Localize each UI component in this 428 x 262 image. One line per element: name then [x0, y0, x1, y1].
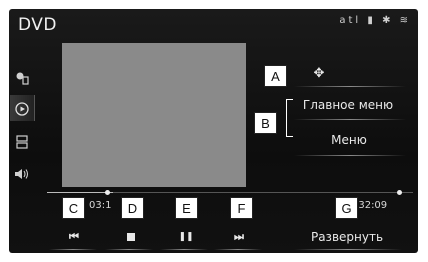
divider: [49, 249, 97, 250]
callout-a: A: [264, 65, 287, 87]
progress-knob[interactable]: [105, 190, 110, 195]
divider: [294, 249, 402, 250]
pause-button[interactable]: ❚❚: [171, 228, 201, 246]
video-area[interactable]: [62, 43, 246, 187]
divider: [294, 155, 406, 156]
progress-fill: [47, 192, 113, 193]
callout-g: G: [335, 197, 358, 219]
move-icon[interactable]: ✥: [299, 64, 339, 82]
stop-icon: [127, 233, 135, 241]
divider: [294, 86, 406, 87]
page-title: DVD: [18, 15, 58, 35]
expand-button[interactable]: Развернуть: [299, 228, 395, 246]
callout-bracket: [286, 99, 293, 137]
callout-d: D: [121, 197, 144, 219]
source-icon[interactable]: [13, 69, 31, 87]
next-button[interactable]: ⏭: [224, 228, 254, 246]
progress-end-marker: [397, 190, 402, 195]
volume-icon[interactable]: [13, 165, 31, 183]
disc-icon[interactable]: [13, 100, 31, 118]
list-icon[interactable]: [13, 133, 31, 151]
elapsed-time: 03:1: [89, 200, 112, 211]
callout-e: E: [175, 197, 198, 219]
main-menu-button[interactable]: Главное меню: [289, 95, 407, 115]
divider: [105, 249, 153, 250]
stop-button[interactable]: [116, 228, 146, 246]
divider: [294, 119, 406, 120]
menu-button[interactable]: Меню: [299, 130, 399, 150]
callout-b: B: [254, 112, 277, 134]
previous-icon: ⏮: [69, 230, 79, 243]
status-icons: atl ▮ ✱ ≋: [339, 15, 411, 26]
previous-button[interactable]: ⏮: [59, 228, 89, 246]
next-icon: ⏭: [234, 230, 244, 243]
divider: [160, 249, 208, 250]
callout-f: F: [230, 197, 253, 219]
pause-icon: ❚❚: [178, 232, 194, 242]
divider: [214, 249, 262, 250]
callout-c: C: [62, 197, 85, 219]
